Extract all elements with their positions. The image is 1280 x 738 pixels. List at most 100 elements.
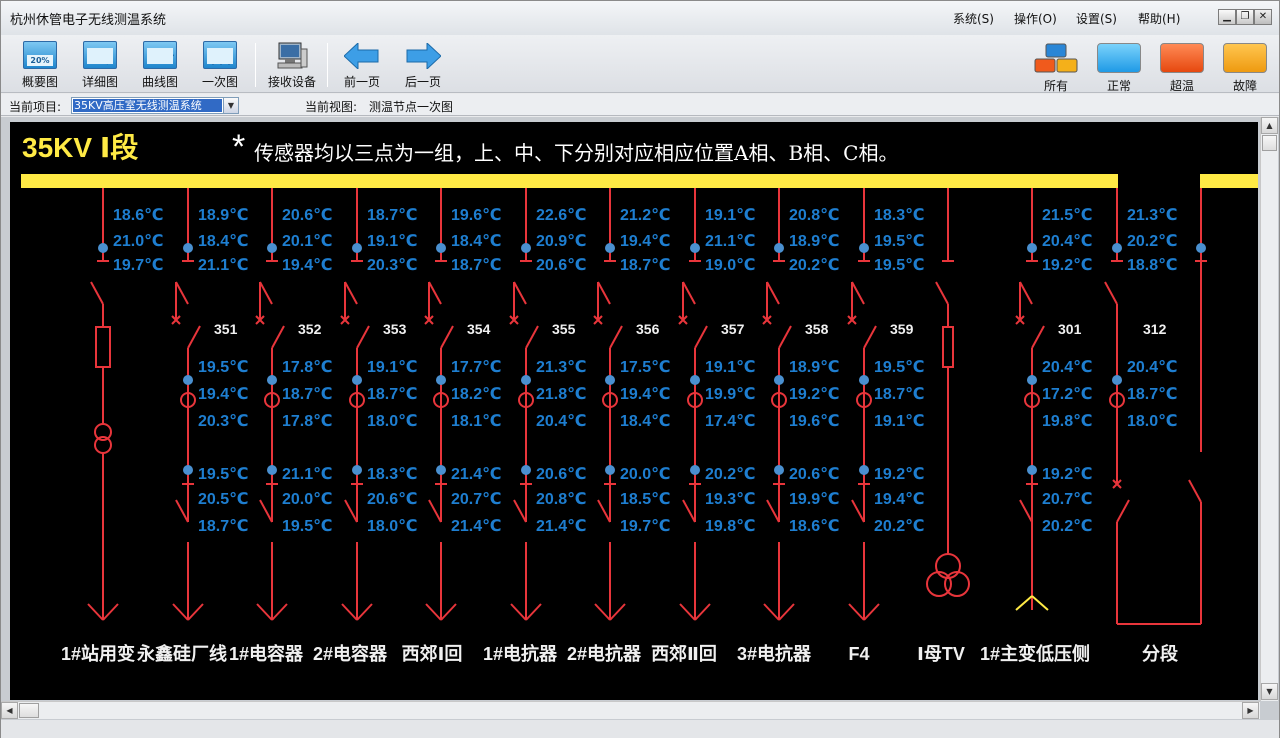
- breaker-number: 354: [467, 321, 491, 337]
- overtemp-status-icon: [1160, 43, 1204, 73]
- temperature-reading: 19.6℃: [789, 413, 840, 430]
- feeder-name-label: 1#电抗器: [483, 643, 558, 664]
- menu-system[interactable]: 系统(S): [953, 10, 994, 27]
- toolbar-separator: [255, 43, 256, 87]
- breaker-number: 356: [636, 321, 660, 337]
- incoming-arrow: [1015, 595, 1033, 611]
- temperature-reading: 19.2℃: [789, 386, 840, 403]
- diagram-canvas: 35KV Ⅰ段 * 传感器均以三点为一组，上、中、下分别对应相应位置A相、B相、…: [21, 128, 1258, 664]
- isolator-blade: [766, 499, 780, 523]
- sensor-dot: [436, 465, 446, 475]
- overview-label: 概要图: [21, 75, 58, 89]
- prev-page-arrow-icon: [344, 43, 379, 69]
- temperature-reading: 20.2℃: [1042, 518, 1093, 535]
- sensor-dot: [859, 375, 869, 385]
- minimize-icon[interactable]: ▁: [1218, 9, 1236, 25]
- temperature-reading: 19.5℃: [874, 257, 925, 274]
- horizontal-scroll-thumb[interactable]: [19, 703, 39, 718]
- temperature-reading: 19.0℃: [705, 257, 756, 274]
- temperature-reading: 18.7℃: [282, 386, 333, 403]
- load-arrow: [778, 603, 795, 621]
- temperature-reading: 19.6℃: [451, 207, 502, 224]
- temperature-reading: 19.8℃: [1042, 413, 1093, 430]
- load-arrow: [525, 603, 542, 621]
- scroll-left-icon[interactable]: ◀: [1, 702, 18, 719]
- temperature-reading: 18.7℃: [198, 518, 249, 535]
- temperature-reading: 17.4℃: [705, 413, 756, 430]
- isolator-blade: [428, 281, 442, 305]
- menu-settings[interactable]: 设置(S): [1076, 10, 1117, 27]
- project-select-value: 35KV高压室无线测温系统: [73, 99, 222, 112]
- horizontal-scrollbar[interactable]: ◀ ▶: [1, 701, 1260, 719]
- restore-icon[interactable]: ❐: [1236, 9, 1254, 25]
- temperature-reading: 19.1℃: [874, 413, 925, 430]
- isolator-blade: [682, 281, 696, 305]
- temperature-reading: 19.5℃: [874, 233, 925, 250]
- curve-label: 曲线图: [141, 75, 178, 89]
- temperature-reading: 21.8℃: [536, 386, 587, 403]
- vertical-scrollbar[interactable]: ▲ ▼: [1260, 117, 1278, 701]
- chevron-down-icon[interactable]: ▼: [223, 98, 238, 113]
- isolator-blade: [597, 499, 611, 523]
- temperature-reading: 20.2℃: [705, 466, 756, 483]
- temperature-reading: 20.6℃: [536, 257, 587, 274]
- close-icon[interactable]: ✕: [1254, 9, 1272, 25]
- feeder-name-label: 分段: [1142, 643, 1179, 664]
- temperature-reading: 21.4℃: [536, 518, 587, 535]
- menu-help[interactable]: 帮助(H): [1138, 10, 1180, 27]
- temperature-reading: 17.7℃: [451, 359, 502, 376]
- temperature-reading: 18.7℃: [451, 257, 502, 274]
- breaker-blade: [694, 325, 708, 349]
- scroll-right-icon[interactable]: ▶: [1242, 702, 1259, 719]
- load-arrow: [863, 603, 880, 621]
- legend-normal-label: 正常: [1106, 79, 1131, 93]
- isolator-blade: [1019, 281, 1033, 305]
- prev-page-button[interactable]: 前一页: [332, 39, 392, 91]
- temperature-reading: 21.1℃: [198, 257, 249, 274]
- load-arrow: [102, 603, 119, 621]
- temperature-reading: 20.4℃: [1042, 233, 1093, 250]
- load-arrow: [87, 603, 104, 621]
- sensor-dot: [690, 375, 700, 385]
- sensor-dot: [1027, 243, 1037, 253]
- info-bar: 当前项目: 35KV高压室无线测温系统 ▼ 当前视图: 测温节点一次图: [1, 94, 1279, 116]
- breaker-blade: [271, 325, 285, 349]
- isolator-blade: [175, 281, 189, 305]
- sensor-dot: [521, 465, 531, 475]
- temperature-reading: 20.8℃: [536, 491, 587, 508]
- temperature-reading: 18.7℃: [620, 257, 671, 274]
- sensor-dot: [436, 243, 446, 253]
- scroll-down-icon[interactable]: ▼: [1261, 683, 1278, 700]
- temperature-reading: 20.2℃: [874, 518, 925, 535]
- fault-status-icon: [1223, 43, 1267, 73]
- temperature-reading: 18.0℃: [367, 518, 418, 535]
- primary-diagram-button[interactable]: 一次图: [190, 39, 250, 91]
- receiver-device-button[interactable]: 接收设备: [262, 39, 322, 91]
- sensor-note: 传感器均以三点为一组，上、中、下分别对应相应位置A相、B相、C相。: [254, 141, 898, 165]
- busbar-section-2: [1200, 174, 1258, 188]
- isolator-blade: [259, 281, 273, 305]
- feeder-name-label: 2#电抗器: [567, 643, 642, 664]
- scroll-up-icon[interactable]: ▲: [1261, 117, 1278, 134]
- primary-diagram-icon: [203, 41, 237, 69]
- next-page-button[interactable]: 后一页: [393, 39, 453, 91]
- isolator-blade: [344, 499, 358, 523]
- vertical-scroll-thumb[interactable]: [1262, 135, 1277, 151]
- sensor-dot: [690, 465, 700, 475]
- busbar-section-1: [21, 174, 1118, 188]
- temperature-reading: 20.8℃: [789, 207, 840, 224]
- sensor-dot: [352, 465, 362, 475]
- project-select[interactable]: 35KV高压室无线测温系统 ▼: [71, 97, 239, 114]
- detail-button[interactable]: 详细图: [70, 39, 130, 91]
- menu-operate[interactable]: 操作(O): [1014, 10, 1057, 27]
- temperature-reading: 18.5℃: [620, 491, 671, 508]
- curve-button[interactable]: 曲线图: [130, 39, 190, 91]
- primary-diagram-label: 一次图: [201, 75, 238, 89]
- isolator-blade: [1116, 499, 1130, 523]
- receiver-device-label: 接收设备: [267, 75, 316, 89]
- detail-label: 详细图: [81, 75, 118, 89]
- overview-button[interactable]: 20% 概要图: [10, 39, 70, 91]
- temperature-reading: 19.7℃: [113, 257, 164, 274]
- load-arrow: [172, 603, 189, 621]
- load-arrow: [694, 603, 711, 621]
